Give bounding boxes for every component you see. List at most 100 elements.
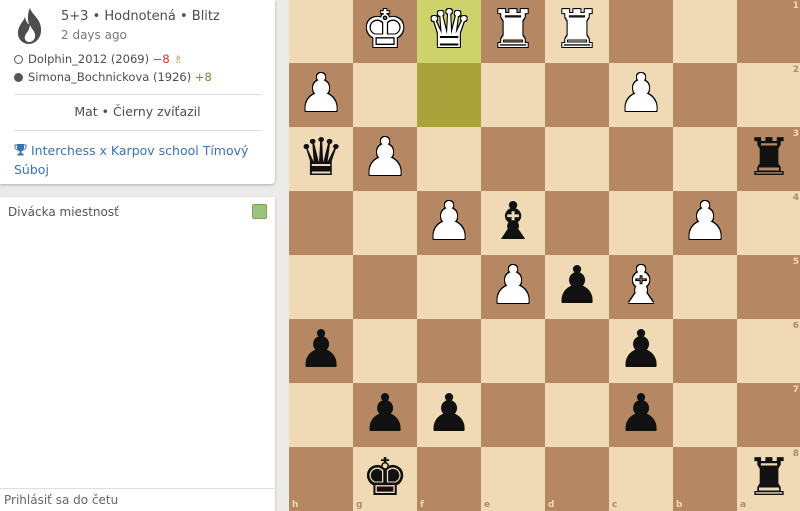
square-e6[interactable] bbox=[481, 319, 545, 383]
square-g3[interactable]: ♟ bbox=[353, 127, 417, 191]
square-g2[interactable] bbox=[353, 63, 417, 127]
game-format: 5+3 • Hodnotená • Blitz bbox=[61, 9, 220, 24]
square-e1[interactable]: ♜ bbox=[481, 0, 545, 63]
square-e5[interactable]: ♟ bbox=[481, 255, 545, 319]
file-label: d bbox=[548, 500, 555, 510]
square-g6[interactable] bbox=[353, 319, 417, 383]
black-rook-icon[interactable]: ♜ bbox=[737, 127, 800, 191]
square-f3[interactable] bbox=[417, 127, 481, 191]
square-g1[interactable]: ♚ bbox=[353, 0, 417, 63]
chess-board[interactable]: ♚ ♛ ♜ ♜ 1 ♟ ♟ 2 ♛ ♟ 3 ♜ ♟ ♝ ♟ 4 ♟ ♟ ♝ 5 ♟ ♟ 6 ♟ ♟ ♟ 7 h g ♚ f e d c b 8 a ♜ bbox=[289, 0, 800, 511]
white-bishop-icon[interactable]: ♝ bbox=[609, 255, 673, 319]
chat-input[interactable] bbox=[0, 488, 275, 511]
square-a3[interactable]: 3 ♜ bbox=[737, 127, 800, 191]
blitz-fire-icon bbox=[17, 8, 42, 44]
square-d3[interactable] bbox=[545, 127, 609, 191]
square-b5[interactable] bbox=[673, 255, 737, 319]
square-g7[interactable]: ♟ bbox=[353, 383, 417, 447]
square-c1[interactable] bbox=[609, 0, 673, 63]
player-white[interactable]: Dolphin_2012 (2069) −8 ♗ bbox=[14, 52, 183, 66]
square-c7[interactable]: ♟ bbox=[609, 383, 673, 447]
square-d1[interactable]: ♜ bbox=[545, 0, 609, 63]
square-a2[interactable]: 2 bbox=[737, 63, 800, 127]
square-e7[interactable] bbox=[481, 383, 545, 447]
player-black-rating-diff: +8 bbox=[194, 70, 212, 84]
white-pawn-icon[interactable]: ♟ bbox=[481, 255, 545, 319]
black-queen-icon[interactable]: ♛ bbox=[289, 127, 353, 191]
rank-label: 4 bbox=[792, 193, 799, 203]
white-king-icon[interactable]: ♚ bbox=[353, 0, 417, 63]
square-h3[interactable]: ♛ bbox=[289, 127, 353, 191]
square-h2[interactable]: ♟ bbox=[289, 63, 353, 127]
square-e2[interactable] bbox=[481, 63, 545, 127]
square-g8[interactable]: g ♚ bbox=[353, 447, 417, 511]
square-a5[interactable]: 5 bbox=[737, 255, 800, 319]
white-pawn-icon[interactable]: ♟ bbox=[353, 127, 417, 191]
square-c5[interactable]: ♝ bbox=[609, 255, 673, 319]
black-side-icon bbox=[14, 73, 23, 82]
square-h6[interactable]: ♟ bbox=[289, 319, 353, 383]
square-a6[interactable]: 6 bbox=[737, 319, 800, 383]
square-d7[interactable] bbox=[545, 383, 609, 447]
square-h1[interactable] bbox=[289, 0, 353, 63]
square-d5[interactable]: ♟ bbox=[545, 255, 609, 319]
square-b1[interactable] bbox=[673, 0, 737, 63]
square-b6[interactable] bbox=[673, 319, 737, 383]
square-f6[interactable] bbox=[417, 319, 481, 383]
white-pawn-icon[interactable]: ♟ bbox=[609, 63, 673, 127]
square-d2[interactable] bbox=[545, 63, 609, 127]
white-pawn-icon[interactable]: ♟ bbox=[417, 191, 481, 255]
white-side-icon bbox=[14, 55, 23, 64]
chat-toggle-checkbox[interactable] bbox=[252, 204, 267, 219]
square-g5[interactable] bbox=[353, 255, 417, 319]
square-h4[interactable] bbox=[289, 191, 353, 255]
black-rook-icon[interactable]: ♜ bbox=[737, 447, 800, 511]
square-c8[interactable]: c bbox=[609, 447, 673, 511]
square-f5[interactable] bbox=[417, 255, 481, 319]
square-b4[interactable]: ♟ bbox=[673, 191, 737, 255]
square-b8[interactable]: b bbox=[673, 447, 737, 511]
black-pawn-icon[interactable]: ♟ bbox=[609, 383, 673, 447]
player-black[interactable]: Simona_Bochnickova (1926) +8 bbox=[14, 70, 212, 84]
square-c6[interactable]: ♟ bbox=[609, 319, 673, 383]
square-e3[interactable] bbox=[481, 127, 545, 191]
square-f2[interactable] bbox=[417, 63, 481, 127]
black-pawn-icon[interactable]: ♟ bbox=[609, 319, 673, 383]
square-f7[interactable]: ♟ bbox=[417, 383, 481, 447]
square-d8[interactable]: d bbox=[545, 447, 609, 511]
game-info-card: 5+3 • Hodnotená • Blitz 2 days ago Dolph… bbox=[0, 0, 275, 184]
white-rook-icon[interactable]: ♜ bbox=[545, 0, 609, 63]
white-pawn-icon[interactable]: ♟ bbox=[289, 63, 353, 127]
square-a1[interactable]: 1 bbox=[737, 0, 800, 63]
black-pawn-icon[interactable]: ♟ bbox=[417, 383, 481, 447]
square-h8[interactable]: h bbox=[289, 447, 353, 511]
black-pawn-icon[interactable]: ♟ bbox=[545, 255, 609, 319]
square-a8[interactable]: 8 a ♜ bbox=[737, 447, 800, 511]
square-h7[interactable] bbox=[289, 383, 353, 447]
square-h5[interactable] bbox=[289, 255, 353, 319]
square-c4[interactable] bbox=[609, 191, 673, 255]
square-b3[interactable] bbox=[673, 127, 737, 191]
black-king-icon[interactable]: ♚ bbox=[353, 447, 417, 511]
black-pawn-icon[interactable]: ♟ bbox=[289, 319, 353, 383]
square-a7[interactable]: 7 bbox=[737, 383, 800, 447]
square-d4[interactable] bbox=[545, 191, 609, 255]
square-g4[interactable] bbox=[353, 191, 417, 255]
square-b7[interactable] bbox=[673, 383, 737, 447]
white-pawn-icon[interactable]: ♟ bbox=[673, 191, 737, 255]
square-f1[interactable]: ♛ bbox=[417, 0, 481, 63]
square-e4[interactable]: ♝ bbox=[481, 191, 545, 255]
white-queen-icon[interactable]: ♛ bbox=[417, 0, 481, 63]
tournament-link[interactable]: Interchess x Karpov school Tímový Súboj bbox=[14, 141, 264, 179]
square-f4[interactable]: ♟ bbox=[417, 191, 481, 255]
black-bishop-icon[interactable]: ♝ bbox=[481, 191, 545, 255]
white-rook-icon[interactable]: ♜ bbox=[481, 0, 545, 63]
square-a4[interactable]: 4 bbox=[737, 191, 800, 255]
square-b2[interactable] bbox=[673, 63, 737, 127]
square-e8[interactable]: e bbox=[481, 447, 545, 511]
square-c3[interactable] bbox=[609, 127, 673, 191]
square-f8[interactable]: f bbox=[417, 447, 481, 511]
square-d6[interactable] bbox=[545, 319, 609, 383]
black-pawn-icon[interactable]: ♟ bbox=[353, 383, 417, 447]
square-c2[interactable]: ♟ bbox=[609, 63, 673, 127]
